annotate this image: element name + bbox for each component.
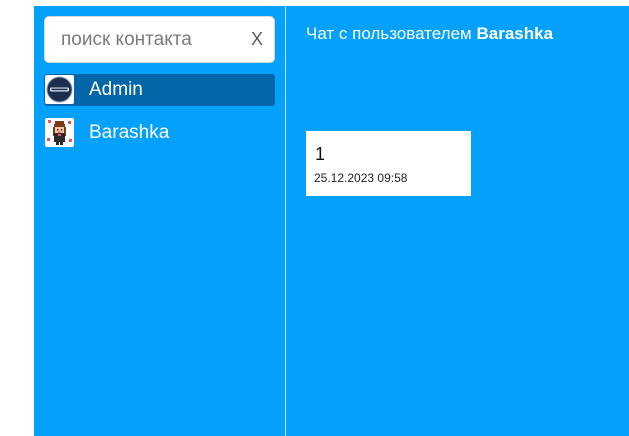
contacts-sidebar: X Admin: [34, 6, 285, 436]
chat-title-user: Barashka: [476, 24, 554, 43]
clear-search-button[interactable]: X: [248, 26, 266, 52]
search-input[interactable]: [45, 17, 245, 62]
admin-logo-icon: [45, 75, 74, 104]
message-bubble: 1 25.12.2023 09:58: [306, 131, 471, 196]
messenger-app: X Admin: [34, 6, 629, 436]
message-timestamp: 25.12.2023 09:58: [314, 171, 408, 185]
search-box: X: [44, 16, 275, 63]
chat-title: Чат с пользователем Barashka: [306, 24, 553, 44]
message-text: 1: [315, 144, 326, 164]
chat-title-prefix: Чат с пользователем: [306, 24, 472, 43]
contact-item-admin[interactable]: Admin: [44, 74, 275, 106]
pixel-character-icon: [45, 118, 74, 147]
chat-panel: Чат с пользователем Barashka 1 25.12.202…: [286, 6, 629, 436]
contact-name: Admin: [89, 79, 143, 100]
contact-item-barashka[interactable]: Barashka: [44, 117, 275, 149]
contact-name: Barashka: [89, 122, 170, 143]
